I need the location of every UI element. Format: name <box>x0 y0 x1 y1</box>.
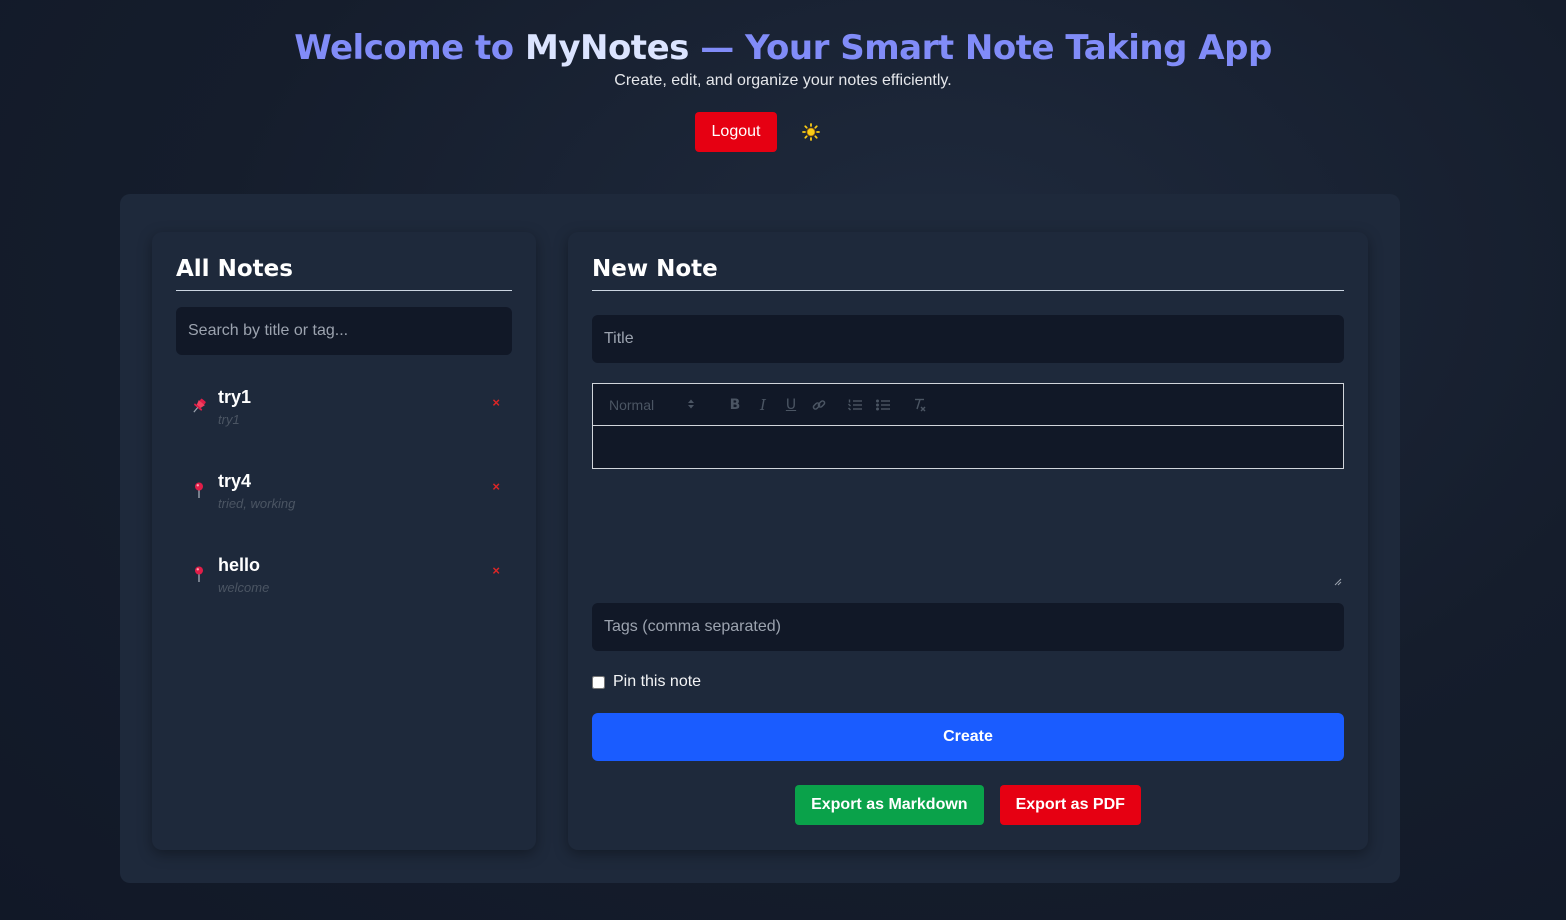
round-pin-icon <box>190 565 208 583</box>
note-tags: tried, working <box>218 496 296 511</box>
delete-note-button[interactable]: × <box>492 479 500 494</box>
tags-input[interactable] <box>592 603 1344 651</box>
pin-label: Pin this note <box>613 673 702 690</box>
sort-arrows-icon <box>687 397 695 413</box>
underline-button[interactable]: U <box>777 394 805 416</box>
title-prefix: Welcome to <box>294 28 525 68</box>
italic-button[interactable]: I <box>749 394 777 416</box>
export-actions: Export as Markdown Export as PDF <box>592 785 1344 825</box>
export-pdf-button[interactable]: Export as PDF <box>999 785 1141 825</box>
list-item[interactable]: hello welcome × <box>176 545 512 629</box>
note-title: try1 <box>218 387 252 407</box>
sun-icon[interactable] <box>801 122 821 142</box>
rich-text-editor: Normal B I U <box>592 383 1344 469</box>
delete-note-button[interactable]: × <box>492 395 500 410</box>
delete-note-button[interactable]: × <box>492 563 500 578</box>
format-select[interactable]: Normal <box>609 397 695 413</box>
main-card: All Notes try1 try1 × <box>120 194 1400 883</box>
page-subtitle: Create, edit, and organize your notes ef… <box>614 72 952 89</box>
editor-panel: New Note Normal B I U <box>568 232 1368 850</box>
page-title: Welcome to MyNotes — Your Smart Note Tak… <box>0 28 1566 68</box>
search-input[interactable] <box>176 307 512 355</box>
notes-panel: All Notes try1 try1 × <box>152 232 536 850</box>
editor-content[interactable] <box>593 426 1343 468</box>
new-note-heading: New Note <box>592 256 1344 291</box>
round-pin-icon <box>190 481 208 499</box>
link-icon[interactable] <box>805 394 833 416</box>
brand-name: MyNotes <box>525 28 689 68</box>
resize-handle-icon[interactable] <box>1334 573 1342 586</box>
editor-resize-area <box>592 469 1344 586</box>
editor-toolbar: Normal B I U <box>593 384 1343 426</box>
header-actions: Logout <box>0 112 1566 152</box>
logout-button[interactable]: Logout <box>695 112 777 152</box>
create-button[interactable]: Create <box>592 713 1344 761</box>
ordered-list-icon[interactable] <box>841 394 869 416</box>
title-suffix: — Your Smart Note Taking App <box>688 28 1272 68</box>
export-markdown-button[interactable]: Export as Markdown <box>795 785 984 825</box>
list-item[interactable]: try4 tried, working × <box>176 461 512 545</box>
format-select-value: Normal <box>609 396 655 413</box>
page-header: Welcome to MyNotes — Your Smart Note Tak… <box>0 0 1566 152</box>
pin-note-row[interactable]: Pin this note <box>592 673 1344 691</box>
title-input[interactable] <box>592 315 1344 363</box>
list-item[interactable]: try1 try1 × <box>176 377 512 461</box>
pushpin-icon <box>190 397 208 415</box>
note-title: hello <box>218 555 261 575</box>
note-tags: try1 <box>218 412 240 427</box>
all-notes-heading: All Notes <box>176 256 512 291</box>
note-title: try4 <box>218 471 252 491</box>
clear-format-icon[interactable] <box>905 394 933 416</box>
note-list: try1 try1 × try4 tried, working × hello … <box>176 377 512 629</box>
note-tags: welcome <box>218 580 270 595</box>
bold-button[interactable]: B <box>721 394 749 416</box>
pin-checkbox[interactable] <box>592 675 605 689</box>
bullet-list-icon[interactable] <box>869 394 897 416</box>
